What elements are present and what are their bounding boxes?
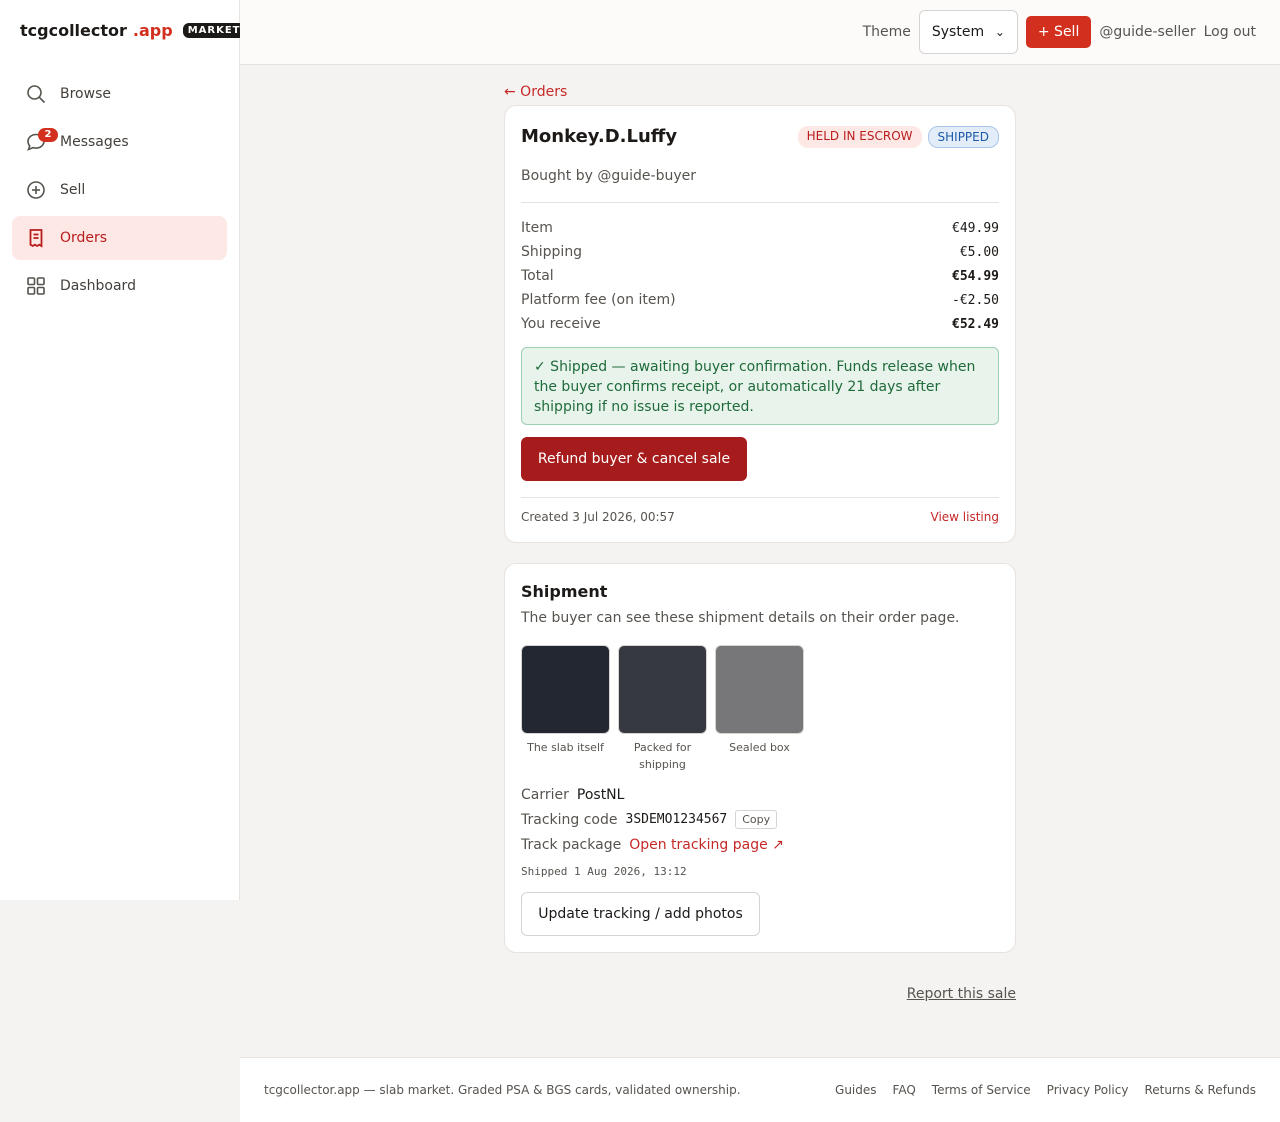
track-package-row: Track package Open tracking page ↗: [521, 832, 784, 857]
sidebar-item-label: Sell: [60, 182, 86, 198]
price-value: -€2.50: [952, 292, 999, 308]
shipped-notice: ✓ Shipped — awaiting buyer confirmation.…: [521, 347, 999, 425]
sidebar-item-label: Orders: [60, 230, 108, 246]
price-value: €5.00: [959, 244, 999, 260]
brand-logo[interactable]: tcgcollector .app MARKET: [20, 21, 246, 40]
sidebar-item-label: Browse: [60, 86, 111, 102]
footer-link-guides[interactable]: Guides: [835, 1083, 877, 1097]
top-header: Theme System ⌄ + Sell @guide-seller Log …: [240, 0, 1280, 65]
footer-description: tcgcollector.app — slab market. Graded P…: [264, 1083, 741, 1097]
sidebar-item-orders[interactable]: Orders: [12, 216, 227, 260]
brand-name: tcgcollector: [20, 21, 127, 40]
photo-caption: Packed for shipping: [633, 741, 692, 771]
shipment-photo[interactable]: Packed for shipping: [618, 645, 707, 773]
divider: [521, 202, 999, 203]
photo-caption: The slab itself: [527, 741, 604, 754]
price-label: Shipping: [521, 244, 583, 260]
chevron-down-icon: ⌄: [994, 25, 1005, 39]
report-sale-link[interactable]: Report this sale: [907, 986, 1016, 1002]
price-breakdown: Item €49.99 Shipping €5.00 Total €54.99 …: [521, 216, 999, 336]
shipment-card: Shipment The buyer can see these shipmen…: [504, 563, 1016, 953]
photo-thumbnail[interactable]: [521, 645, 610, 734]
carrier-value: PostNL: [576, 786, 625, 803]
price-label: You receive: [521, 316, 601, 332]
messages-count-badge: 2: [38, 128, 58, 142]
price-label: Platform fee (on item): [521, 292, 676, 308]
grid-icon: [26, 276, 46, 296]
carrier-row: Carrier PostNL: [521, 782, 784, 807]
footer-link-returns[interactable]: Returns & Refunds: [1144, 1083, 1256, 1097]
sidebar-item-dashboard[interactable]: Dashboard: [12, 264, 227, 308]
price-row-total: Total €54.99: [521, 264, 999, 288]
shipment-title: Shipment: [521, 582, 608, 601]
price-row-item: Item €49.99: [521, 216, 999, 240]
escrow-status-badge: HELD IN ESCROW: [797, 126, 922, 148]
track-package-label: Track package: [521, 836, 622, 853]
refund-cancel-button[interactable]: Refund buyer & cancel sale: [521, 437, 747, 481]
price-row-platform-fee: Platform fee (on item) -€2.50: [521, 288, 999, 312]
shipment-photos: The slab itself Packed for shipping Seal…: [521, 645, 812, 773]
sidebar-item-messages[interactable]: 2 Messages: [12, 120, 227, 164]
status-badges: HELD IN ESCROW SHIPPED: [797, 126, 999, 148]
theme-label: Theme: [862, 24, 911, 40]
buyer-info: Bought by @guide-buyer: [521, 168, 696, 184]
tracking-code: 3SDEMO1234567: [625, 812, 728, 827]
plus-circle-icon: [26, 180, 46, 200]
price-row-shipping: Shipping €5.00: [521, 240, 999, 264]
tracking-row: Tracking code 3SDEMO1234567 Copy: [521, 807, 784, 832]
sidebar-item-sell[interactable]: Sell: [12, 168, 227, 212]
order-title: Monkey.D.Luffy: [521, 126, 678, 147]
receipt-icon: [26, 228, 46, 248]
shipped-timestamp: Shipped 1 Aug 2026, 13:12: [521, 865, 687, 878]
order-card: Monkey.D.Luffy HELD IN ESCROW SHIPPED Bo…: [504, 105, 1016, 543]
carrier-label: Carrier: [521, 786, 569, 803]
footer-link-privacy[interactable]: Privacy Policy: [1047, 1083, 1129, 1097]
price-label: Item: [521, 220, 553, 236]
shipment-photo[interactable]: Sealed box: [715, 645, 804, 773]
back-to-orders-link[interactable]: ← Orders: [504, 84, 567, 100]
footer-link-faq[interactable]: FAQ: [893, 1083, 916, 1097]
sidebar-nav: Browse 2 Messages Sell Orders Dashboard: [12, 72, 227, 312]
photo-thumbnail[interactable]: [618, 645, 707, 734]
sidebar: tcgcollector .app MARKET Browse 2 Messag…: [0, 0, 246, 900]
shipment-details: Carrier PostNL Tracking code 3SDEMO12345…: [521, 782, 784, 857]
search-icon: [26, 84, 46, 104]
price-value: €52.49: [952, 316, 999, 332]
footer-links: Guides FAQ Terms of Service Privacy Poli…: [819, 1083, 1256, 1097]
tracking-label: Tracking code: [521, 811, 618, 828]
photo-thumbnail[interactable]: [715, 645, 804, 734]
open-tracking-link[interactable]: Open tracking page ↗: [629, 837, 784, 853]
price-value: €54.99: [952, 268, 999, 284]
sidebar-item-label: Messages: [60, 134, 129, 150]
footer-link-terms[interactable]: Terms of Service: [932, 1083, 1031, 1097]
footer: tcgcollector.app — slab market. Graded P…: [240, 1057, 1280, 1122]
photo-caption: Sealed box: [729, 741, 790, 754]
sidebar-item-label: Dashboard: [60, 278, 136, 294]
copy-tracking-button[interactable]: Copy: [735, 810, 778, 829]
view-listing-link[interactable]: View listing: [931, 510, 999, 524]
price-label: Total: [521, 268, 554, 284]
theme-select[interactable]: System ⌄: [918, 10, 1018, 54]
sidebar-item-browse[interactable]: Browse: [12, 72, 227, 116]
divider: [521, 497, 999, 498]
price-row-you-receive: You receive €52.49: [521, 312, 999, 336]
update-tracking-button[interactable]: Update tracking / add photos: [521, 892, 760, 936]
shipment-subtitle: The buyer can see these shipment details…: [521, 610, 960, 626]
created-timestamp: Created 3 Jul 2026, 00:57: [521, 510, 675, 524]
brand-tld: .app: [132, 21, 173, 40]
user-profile-link[interactable]: @guide-seller: [1099, 24, 1195, 40]
shipment-photo[interactable]: The slab itself: [521, 645, 610, 773]
shipped-status-badge: SHIPPED: [927, 126, 999, 148]
theme-select-value: System: [931, 24, 985, 40]
logout-link[interactable]: Log out: [1204, 24, 1256, 40]
price-value: €49.99: [952, 220, 999, 236]
sell-button[interactable]: + Sell: [1025, 16, 1092, 48]
market-badge: MARKET: [182, 23, 246, 38]
